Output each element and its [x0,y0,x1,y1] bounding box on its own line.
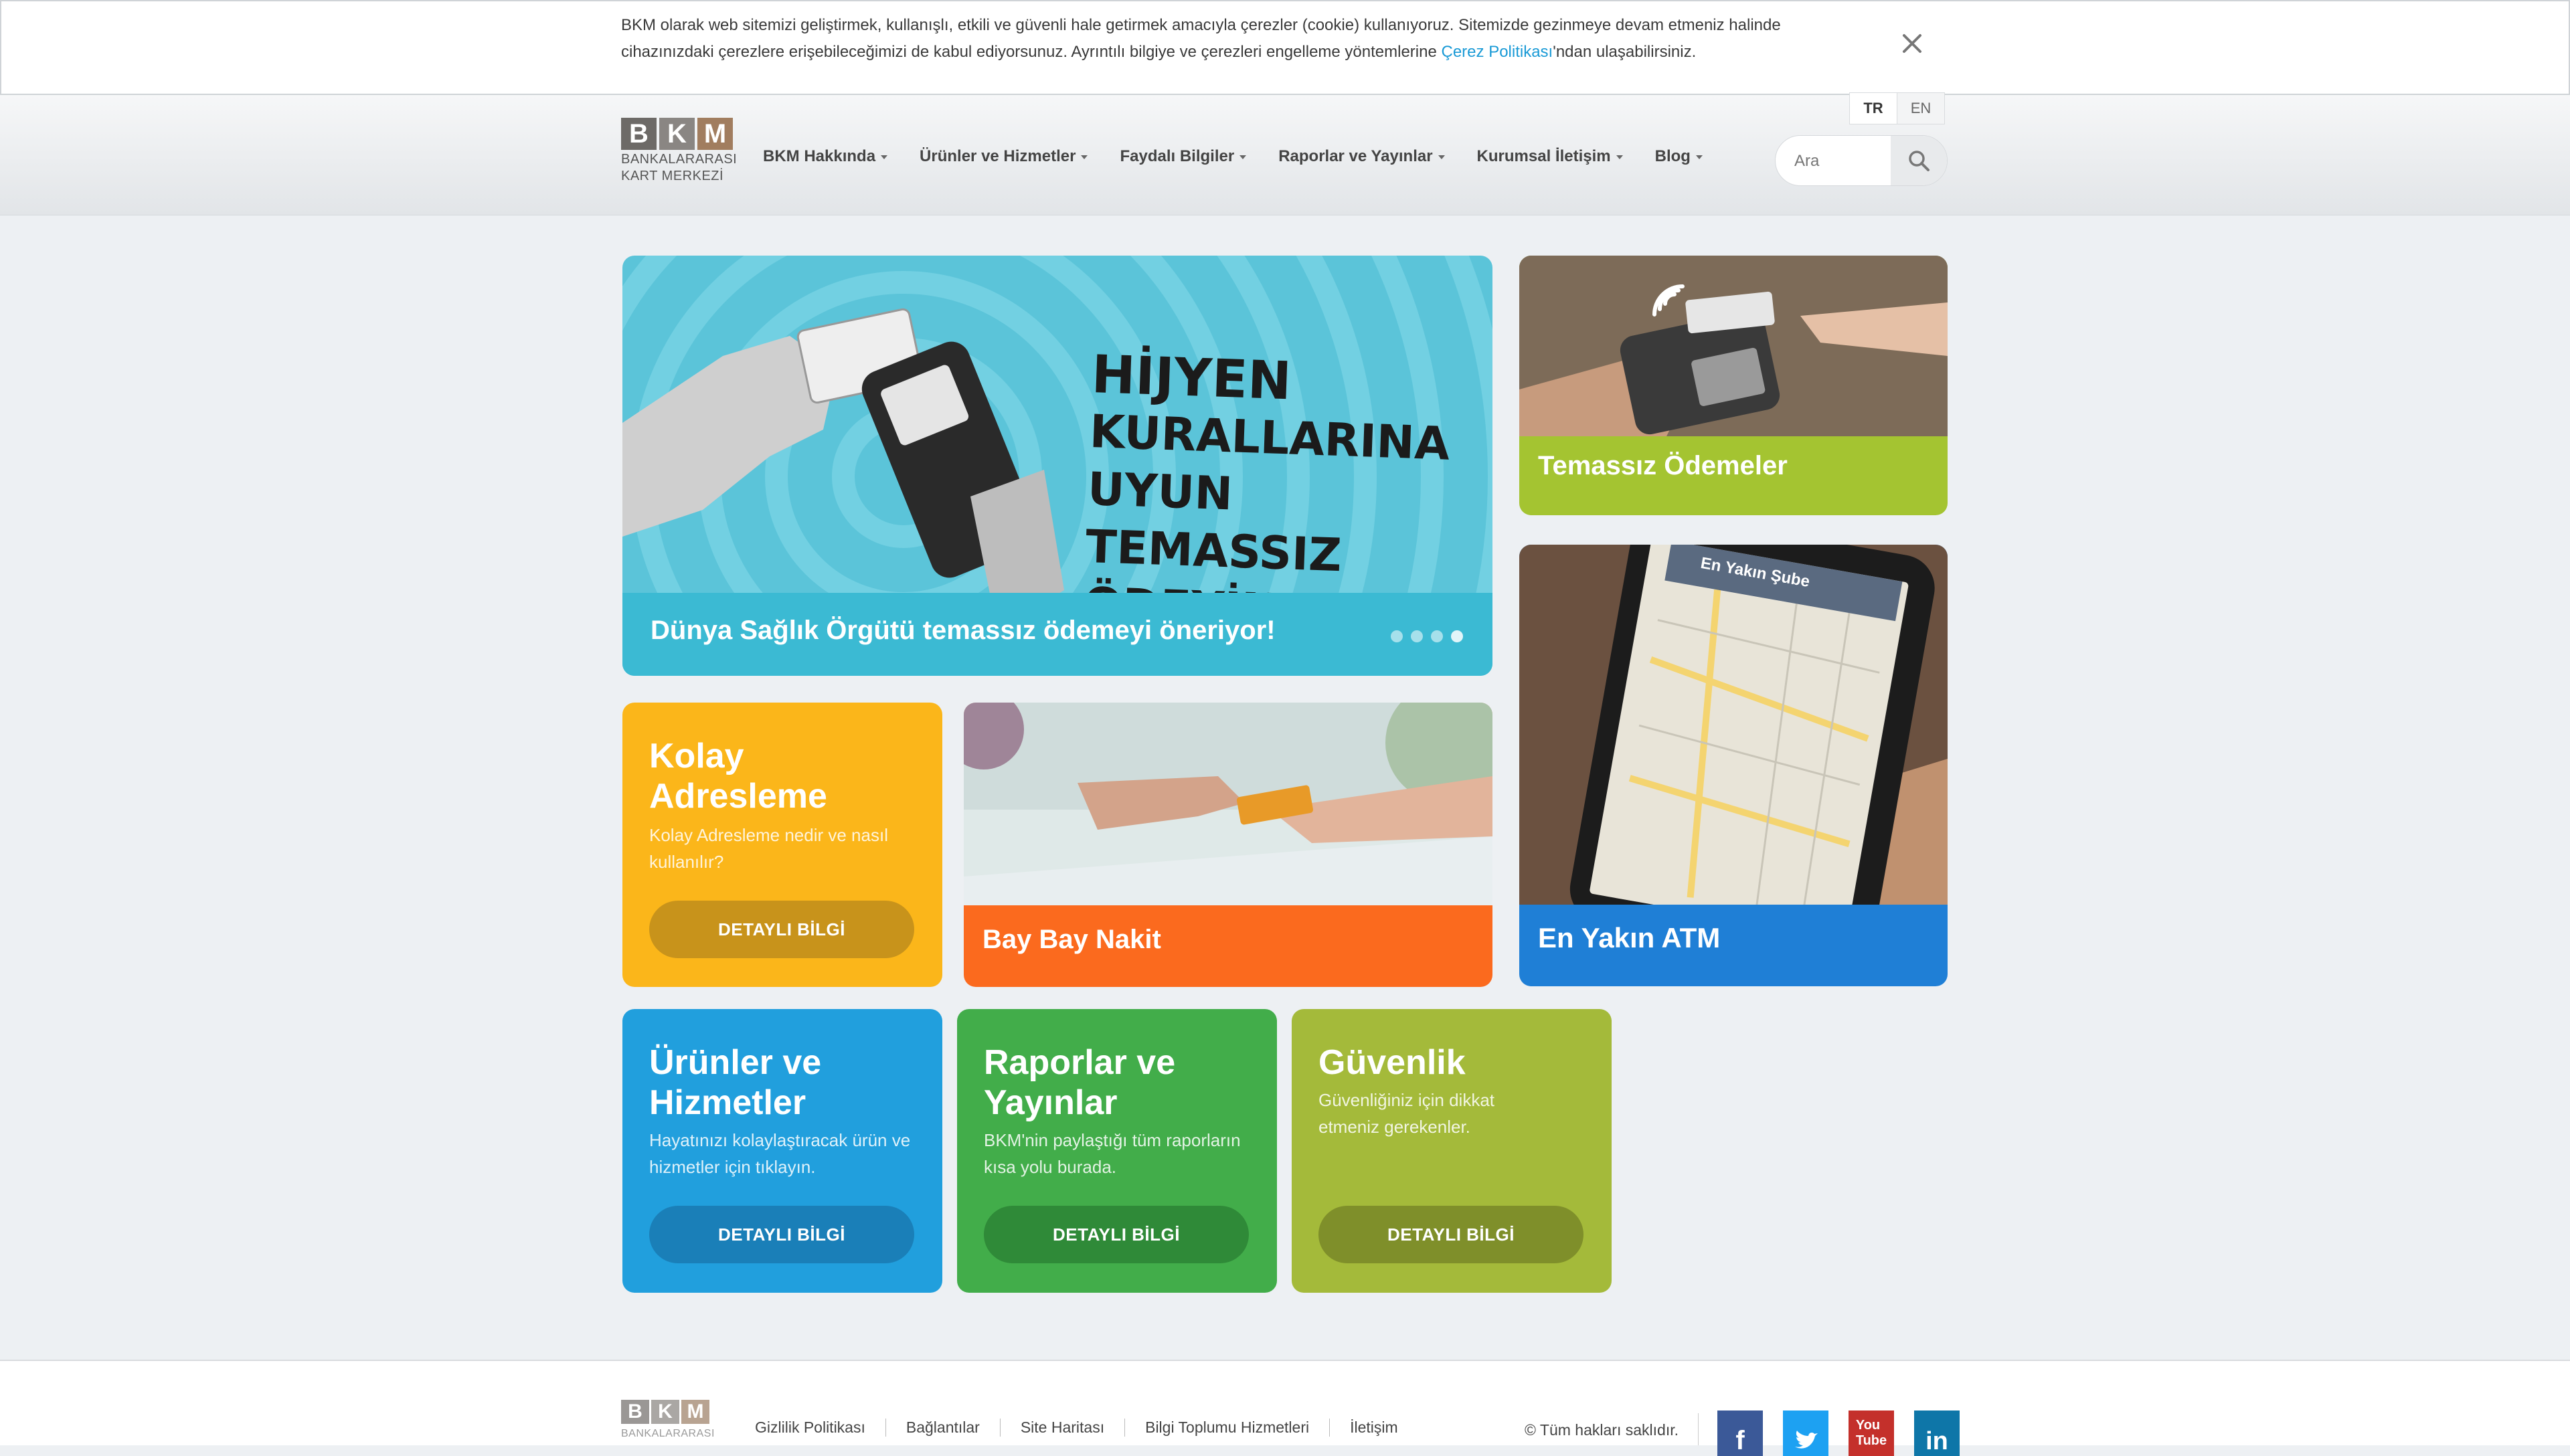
caret-down-icon [1239,155,1247,159]
logo-letter-b: B [621,118,657,150]
tile-label: Temassız Ödemeler [1538,451,1788,480]
tile-description: Hayatınızı kolaylaştıracak ürün ve hizme… [649,1130,911,1177]
logo-letter-b: B [621,1400,649,1424]
logo-line-1: BANKALARARASI [621,152,738,167]
contactless-photo [1519,256,1948,436]
footer-logo[interactable]: B K M BANKALARARASI [621,1400,715,1441]
slider-dot[interactable] [1431,630,1443,642]
search-icon [1909,151,1930,171]
search-button[interactable] [1891,136,1947,185]
footer-link-gizlilik[interactable]: Gizlilik Politikası [739,1419,886,1437]
nav-label: Ürünler ve Hizmetler [920,147,1076,165]
lang-en[interactable]: EN [1897,93,1944,124]
slider-dot[interactable] [1391,630,1403,642]
tile-description: BKM'nin paylaştığı tüm raporların kısa y… [984,1130,1241,1177]
copyright: © Tüm hakları saklıdır. [1525,1421,1679,1439]
nav-bkm-hakkinda[interactable]: BKM Hakkında [763,147,888,166]
nav-blog[interactable]: Blog [1655,147,1703,166]
search-box [1775,135,1948,186]
linkedin-icon[interactable]: in [1914,1410,1960,1456]
hero-slider[interactable]: HİJYEN KURALLARINA UYUN TEMASSIZ ÖDEYİN!… [622,256,1492,676]
slider-dots [1391,630,1463,642]
bkm-logo[interactable]: B K M BANKALARARASI KART MERKEZİ [621,118,738,191]
tile-urunler-hizmetler[interactable]: Ürünler ve Hizmetler Hayatınızı kolaylaş… [622,1009,942,1293]
tile-raporlar-yayinlar[interactable]: Raporlar ve Yayınlar BKM'nin paylaştığı … [957,1009,1277,1293]
detay-button[interactable]: DETAYLI BİLGİ [649,1206,914,1263]
tile-title: Ürünler ve Hizmetler [649,1043,822,1122]
youtube-icon[interactable]: You Tube [1849,1410,1894,1456]
nav-urunler-hizmetler[interactable]: Ürünler ve Hizmetler [920,147,1088,166]
nav-label: Kurumsal İletişim [1476,147,1611,165]
tile-title: Kolay Adresleme [649,737,827,816]
tile-kolay-adresleme[interactable]: Kolay Adresleme Kolay Adresleme nedir ve… [622,703,942,987]
logo-letter-k: K [651,1400,679,1424]
logo-line-2: KART MERKEZİ [621,169,724,183]
tile-guvenlik[interactable]: Güvenlik Güvenliğiniz için dikkat etmeni… [1292,1009,1612,1293]
caret-down-icon [1695,155,1703,159]
cookie-message-end: 'ndan ulaşabilirsiniz. [1553,43,1697,61]
tile-label: Bay Bay Nakit [982,925,1161,954]
logo-letter-m: M [697,118,733,150]
nav-kurumsal-iletisim[interactable]: Kurumsal İletişim [1477,147,1623,166]
logo-letter-k: K [659,118,695,150]
logo-line-1: BANKALARARASI [621,1428,715,1439]
twitter-icon[interactable] [1783,1410,1828,1456]
footer-links: Gizlilik Politikası Bağlantılar Site Har… [739,1419,1418,1437]
lang-tr[interactable]: TR [1850,93,1897,124]
atm-map-photo [1519,545,1948,905]
caret-down-icon [1616,155,1623,159]
nav-label: BKM Hakkında [763,147,876,165]
cookie-text: BKM olarak web sitemizi geliştirmek, kul… [621,12,1866,66]
social-links: f You Tube in [1717,1410,1960,1456]
detay-button[interactable]: DETAYLI BİLGİ [1318,1206,1583,1263]
caret-down-icon [1081,155,1088,159]
footer-link-iletisim[interactable]: İletişim [1330,1419,1418,1437]
logo-letter-m: M [681,1400,709,1424]
card-handover-photo [964,703,1492,905]
detay-button[interactable]: DETAYLI BİLGİ [649,901,914,958]
slider-dot-active[interactable] [1451,630,1463,642]
main-nav: BKM Hakkında Ürünler ve Hizmetler Faydal… [763,147,1735,166]
footer-link-baglantilar[interactable]: Bağlantılar [886,1419,1001,1437]
hero-headline-line: KURALLARINA UYUN [1086,405,1451,521]
slider-dot[interactable] [1411,630,1423,642]
nav-label: Raporlar ve Yayınlar [1278,147,1433,165]
nav-label: Faydalı Bilgiler [1120,147,1235,165]
caret-down-icon [1438,155,1445,159]
nav-raporlar-yayinlar[interactable]: Raporlar ve Yayınlar [1278,147,1445,166]
tile-temassiz-odemeler[interactable]: Temassız Ödemeler [1519,256,1948,515]
footer-link-bilgi-toplumu[interactable]: Bilgi Toplumu Hizmetleri [1125,1419,1331,1437]
tile-bay-bay-nakit[interactable]: Bay Bay Nakit [964,703,1492,987]
tile-title: Güvenlik [1318,1043,1466,1082]
footer-divider [1698,1413,1699,1445]
tile-en-yakin-atm[interactable]: En Yakın Şube En Yakın ATM [1519,545,1948,986]
search-input[interactable] [1793,136,1889,185]
cookie-policy-link[interactable]: Çerez Politikası [1442,43,1553,61]
nav-label: Blog [1654,147,1691,165]
language-switcher: TR EN [1849,92,1945,124]
tile-description: Kolay Adresleme nedir ve nasıl kullanılı… [649,825,888,872]
caret-down-icon [881,155,888,159]
footer-link-site-haritasi[interactable]: Site Haritası [1001,1419,1126,1437]
tile-description: Güvenliğiniz için dikkat etmeniz gereken… [1318,1090,1495,1137]
tile-label: En Yakın ATM [1538,922,1721,953]
facebook-icon[interactable]: f [1717,1410,1763,1456]
nav-faydali-bilgiler[interactable]: Faydalı Bilgiler [1120,147,1247,166]
hero-caption: Dünya Sağlık Örgütü temassız ödemeyi öne… [651,616,1276,645]
close-icon[interactable] [1895,27,1929,60]
detay-button[interactable]: DETAYLI BİLGİ [984,1206,1249,1263]
tile-title: Raporlar ve Yayınlar [984,1043,1176,1122]
